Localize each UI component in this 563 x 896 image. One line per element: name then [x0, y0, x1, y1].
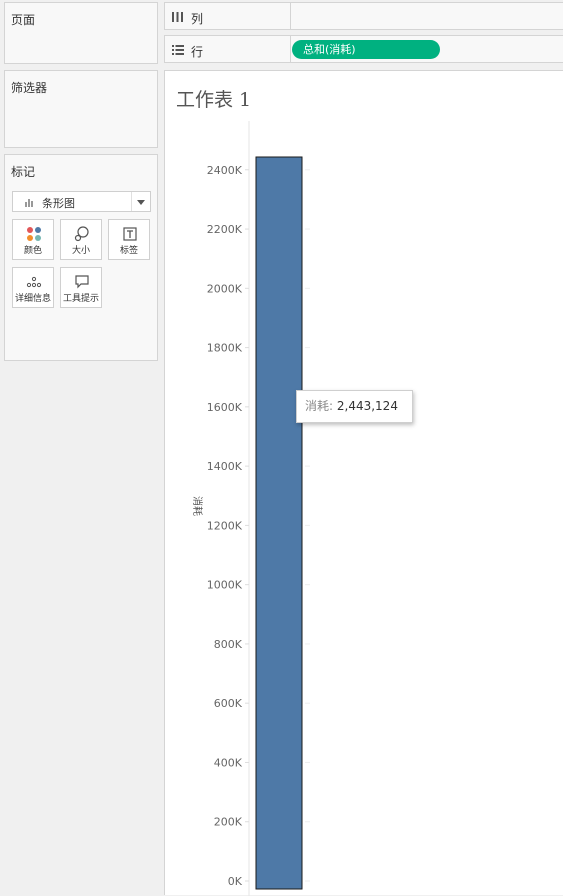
y-tick-label: 800K [214, 638, 243, 651]
y-tick-label: 1000K [207, 579, 243, 592]
y-tick-label: 1400K [207, 460, 243, 473]
y-tick-label: 2000K [207, 282, 243, 295]
y-tick-label: 0K [228, 875, 243, 888]
label-button-label: 标签 [119, 246, 138, 256]
size-icon [74, 226, 89, 242]
tooltip-button-label: 工具提示 [62, 294, 99, 304]
y-tick-label: 2400K [207, 164, 243, 177]
filters-panel[interactable]: 筛选器 [4, 70, 158, 148]
y-tick-label: 1200K [207, 519, 243, 532]
color-icon [27, 227, 41, 241]
marks-title: 标记 [11, 165, 36, 179]
mark-type-dropdown[interactable]: 条形图 [12, 191, 151, 212]
size-button[interactable]: 大小 [60, 219, 102, 260]
label-button[interactable]: 标签 [108, 219, 150, 260]
bar-chart-icon [25, 199, 33, 207]
y-tick-label: 200K [214, 816, 243, 829]
detail-icon [26, 276, 42, 288]
y-tick-label: 600K [214, 697, 243, 710]
y-tick-label: 2200K [207, 223, 243, 236]
detail-button-label: 详细信息 [14, 294, 51, 304]
columns-shelf[interactable]: 列 [164, 2, 563, 30]
columns-label: 列 [191, 12, 204, 26]
size-button-label: 大小 [71, 246, 90, 256]
columns-icon [172, 12, 183, 22]
tooltip-button[interactable]: 工具提示 [60, 267, 102, 308]
tooltip-key: 消耗: [305, 399, 334, 413]
color-button[interactable]: 颜色 [12, 219, 54, 260]
y-tick-label: 1800K [207, 342, 243, 355]
worksheet-area[interactable]: 工作表 1 0K 200K 400K 600K 800K 1000K 1200K 1400K 1… [164, 70, 563, 896]
mark-type-label: 条形图 [42, 197, 75, 210]
shelf-divider [290, 3, 291, 29]
rows-shelf[interactable]: 行 总和(消耗) [164, 35, 563, 63]
rows-measure-pill[interactable]: 总和(消耗) [292, 40, 440, 59]
bar-chart: 0K 200K 400K 600K 800K 1000K 1200K 1400K 1600K 18… [191, 121, 310, 896]
chevron-down-icon[interactable] [131, 192, 150, 211]
bar-tooltip: 消耗: 2,443,124 [296, 390, 413, 423]
label-icon [123, 227, 137, 241]
marks-panel: 标记 条形图 颜色 大小 标签 详细信息 工具提示 [4, 154, 158, 361]
shelf-divider [290, 36, 291, 62]
y-tick-label: 1600K [207, 401, 243, 414]
rows-icon [172, 45, 184, 55]
y-tick-label: 400K [214, 756, 243, 769]
pages-panel[interactable]: 页面 [4, 2, 158, 64]
y-axis-title: 消耗 [191, 496, 204, 516]
filters-title: 筛选器 [11, 81, 48, 95]
tooltip-value: 2,443,124 [336, 399, 398, 413]
detail-button[interactable]: 详细信息 [12, 267, 54, 308]
rows-label: 行 [191, 45, 204, 59]
bar-mark[interactable] [255, 156, 303, 890]
pages-title: 页面 [11, 13, 36, 27]
tooltip-icon [75, 275, 89, 289]
color-button-label: 颜色 [23, 246, 42, 256]
